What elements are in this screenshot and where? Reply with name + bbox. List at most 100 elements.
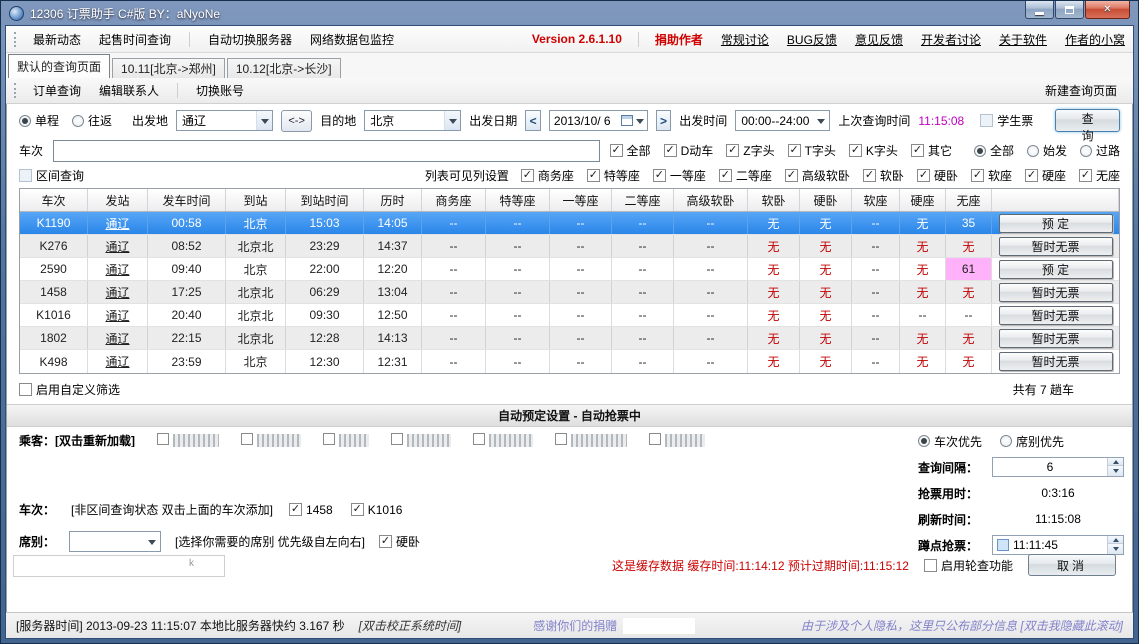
priority-radio[interactable]: 车次优先 bbox=[918, 433, 982, 450]
column-header[interactable]: 特等座 bbox=[486, 189, 550, 211]
table-row[interactable]: K498通辽23:59北京12:3012:31----------无无--无无暂… bbox=[20, 350, 1119, 373]
passenger-checkbox[interactable] bbox=[323, 433, 369, 447]
passenger-checkbox[interactable] bbox=[241, 433, 301, 447]
date-picker[interactable]: 2013/10/ 6 bbox=[549, 110, 648, 131]
train-scope-radio[interactable]: 始发 bbox=[1027, 142, 1067, 159]
column-header[interactable]: 高级软卧 bbox=[674, 189, 748, 211]
no-ticket-button[interactable]: 暂时无票 bbox=[999, 306, 1113, 325]
table-row[interactable]: 1458通辽17:25北京北06:2913:04----------无无--无无… bbox=[20, 281, 1119, 304]
passenger-checkbox[interactable] bbox=[649, 433, 705, 447]
column-header[interactable]: 一等座 bbox=[550, 189, 612, 211]
seat-column-checkbox[interactable]: 二等座 bbox=[719, 167, 772, 184]
table-row[interactable]: 1802通辽22:15北京北12:2814:13----------无无--无无… bbox=[20, 327, 1119, 350]
calibrate-hint[interactable]: [双击校正系统时间] bbox=[359, 617, 462, 634]
seat-combobox[interactable] bbox=[69, 531, 161, 552]
menu-link[interactable]: 关于软件 bbox=[999, 31, 1047, 48]
passenger-checkbox[interactable] bbox=[473, 433, 533, 447]
seat-column-checkbox[interactable]: 软座 bbox=[971, 167, 1012, 184]
column-header[interactable]: 商务座 bbox=[422, 189, 486, 211]
menu-link[interactable]: 捐助作者 bbox=[655, 31, 703, 48]
table-row[interactable]: 2590通辽09:40北京22:0012:20----------无无--无61… bbox=[20, 258, 1119, 281]
trip-type-radio[interactable]: 往返 bbox=[72, 112, 112, 129]
privacy-note[interactable]: 由于涉及个人隐私，这里只公布部分信息 [双击我隐藏此滚动] bbox=[801, 617, 1123, 634]
time-range-combobox[interactable]: 00:00--24:00 bbox=[735, 110, 830, 131]
column-header[interactable]: 历时 bbox=[364, 189, 422, 211]
search-button[interactable]: 查询 bbox=[1055, 109, 1120, 132]
minimize-button[interactable] bbox=[1025, 1, 1054, 19]
seat-column-checkbox[interactable]: 硬座 bbox=[1025, 167, 1066, 184]
interval-spinner[interactable]: 6 bbox=[992, 457, 1124, 477]
column-header[interactable]: 到站 bbox=[226, 189, 286, 211]
train-scope-radio[interactable]: 全部 bbox=[974, 142, 1014, 159]
no-ticket-button[interactable]: 暂时无票 bbox=[999, 283, 1113, 302]
toolbar-item[interactable]: 编辑联系人 bbox=[99, 82, 159, 99]
book-button[interactable]: 预 定 bbox=[999, 260, 1113, 279]
snipe-checkbox[interactable] bbox=[997, 539, 1009, 551]
book-button[interactable]: 预 定 bbox=[999, 214, 1113, 233]
seat-column-checkbox[interactable]: 高级软卧 bbox=[785, 167, 850, 184]
poll-checkbox[interactable]: 启用轮查功能 bbox=[924, 557, 1013, 574]
table-row[interactable]: K1016通辽20:40北京北09:3012:50----------无无---… bbox=[20, 304, 1119, 327]
train-type-checkbox[interactable]: 其它 bbox=[911, 142, 952, 159]
train-number-input[interactable] bbox=[53, 140, 600, 162]
cancel-button[interactable]: 取消 bbox=[1028, 554, 1116, 576]
train-type-checkbox[interactable]: T字头 bbox=[788, 142, 836, 159]
seat-column-checkbox[interactable]: 商务座 bbox=[521, 167, 574, 184]
menu-item[interactable]: 起售时间查询 bbox=[99, 31, 171, 48]
menu-link[interactable]: BUG反馈 bbox=[787, 31, 837, 48]
train-scope-radio[interactable]: 过路 bbox=[1080, 142, 1120, 159]
passenger-checkbox[interactable] bbox=[157, 433, 219, 447]
train-type-checkbox[interactable]: Z字头 bbox=[726, 142, 774, 159]
custom-filter-checkbox[interactable]: 启用自定义筛选 bbox=[19, 381, 120, 398]
from-combobox[interactable]: 通辽 bbox=[176, 110, 273, 131]
toolbar-item[interactable]: 订单查询 bbox=[33, 82, 81, 99]
tab[interactable]: 10.12[北京->长沙] bbox=[227, 58, 341, 78]
no-ticket-button[interactable]: 暂时无票 bbox=[999, 237, 1113, 256]
close-button[interactable]: ✕ bbox=[1085, 1, 1130, 19]
priority-radio[interactable]: 席别优先 bbox=[1000, 433, 1064, 450]
toolbar-item[interactable]: 切换账号 bbox=[196, 82, 244, 99]
seat-column-checkbox[interactable]: 一等座 bbox=[653, 167, 706, 184]
student-ticket-checkbox[interactable]: 学生票 bbox=[980, 112, 1033, 129]
menu-link[interactable]: 开发者讨论 bbox=[921, 31, 981, 48]
column-header[interactable] bbox=[992, 189, 1119, 211]
selected-train-checkbox[interactable]: K1016 bbox=[351, 503, 403, 517]
column-header[interactable]: 发站 bbox=[88, 189, 148, 211]
passenger-label[interactable]: 乘客：[双击重新加载] bbox=[19, 432, 135, 447]
column-header[interactable]: 到站时间 bbox=[286, 189, 364, 211]
date-prev-button[interactable]: < bbox=[525, 110, 541, 131]
table-row[interactable]: K1190通辽00:58北京15:0314:05----------无无--无3… bbox=[20, 212, 1119, 235]
titlebar[interactable]: 12306 订票助手 C#版 BY：aNyoNe ✕ bbox=[5, 1, 1134, 25]
spinner-arrows-icon[interactable] bbox=[1107, 536, 1123, 554]
table-row[interactable]: K276通辽08:52北京北23:2914:37----------无无--无无… bbox=[20, 235, 1119, 258]
swap-stations-button[interactable]: <-> bbox=[281, 110, 312, 132]
column-header[interactable]: 硬卧 bbox=[800, 189, 852, 211]
tab[interactable]: 默认的查询页面 bbox=[8, 54, 110, 78]
maximize-button[interactable] bbox=[1055, 1, 1084, 19]
menu-item[interactable]: 自动切换服务器 bbox=[208, 31, 292, 48]
seat-column-checkbox[interactable]: 软卧 bbox=[863, 167, 904, 184]
to-combobox[interactable]: 北京 bbox=[364, 110, 461, 131]
column-header[interactable]: 软座 bbox=[852, 189, 900, 211]
seat-column-checkbox[interactable]: 无座 bbox=[1079, 167, 1120, 184]
selected-seat-checkbox[interactable]: 硬卧 bbox=[379, 533, 420, 550]
passenger-checkbox[interactable] bbox=[391, 433, 451, 447]
no-ticket-button[interactable]: 暂时无票 bbox=[999, 352, 1113, 371]
menu-link[interactable]: 常规讨论 bbox=[721, 31, 769, 48]
no-ticket-button[interactable]: 暂时无票 bbox=[999, 329, 1113, 348]
column-header[interactable]: 车次 bbox=[20, 189, 88, 211]
menu-item[interactable]: 最新动态 bbox=[33, 31, 81, 48]
train-type-checkbox[interactable]: D动车 bbox=[664, 142, 714, 159]
column-header[interactable]: 二等座 bbox=[612, 189, 674, 211]
tab[interactable]: 10.11[北京->郑州] bbox=[112, 58, 225, 78]
selected-train-checkbox[interactable]: 1458 bbox=[289, 503, 333, 517]
column-header[interactable]: 无座 bbox=[946, 189, 992, 211]
spinner-arrows-icon[interactable] bbox=[1107, 458, 1123, 476]
train-type-checkbox[interactable]: K字头 bbox=[849, 142, 898, 159]
column-header[interactable]: 发车时间 bbox=[148, 189, 226, 211]
range-query-checkbox[interactable]: 区间查询 bbox=[19, 167, 84, 184]
menu-link[interactable]: 意见反馈 bbox=[855, 31, 903, 48]
menu-item[interactable]: 网络数据包监控 bbox=[310, 31, 394, 48]
seat-column-checkbox[interactable]: 硬卧 bbox=[917, 167, 958, 184]
column-settings-label[interactable]: 列表可见列设置 bbox=[425, 167, 509, 184]
